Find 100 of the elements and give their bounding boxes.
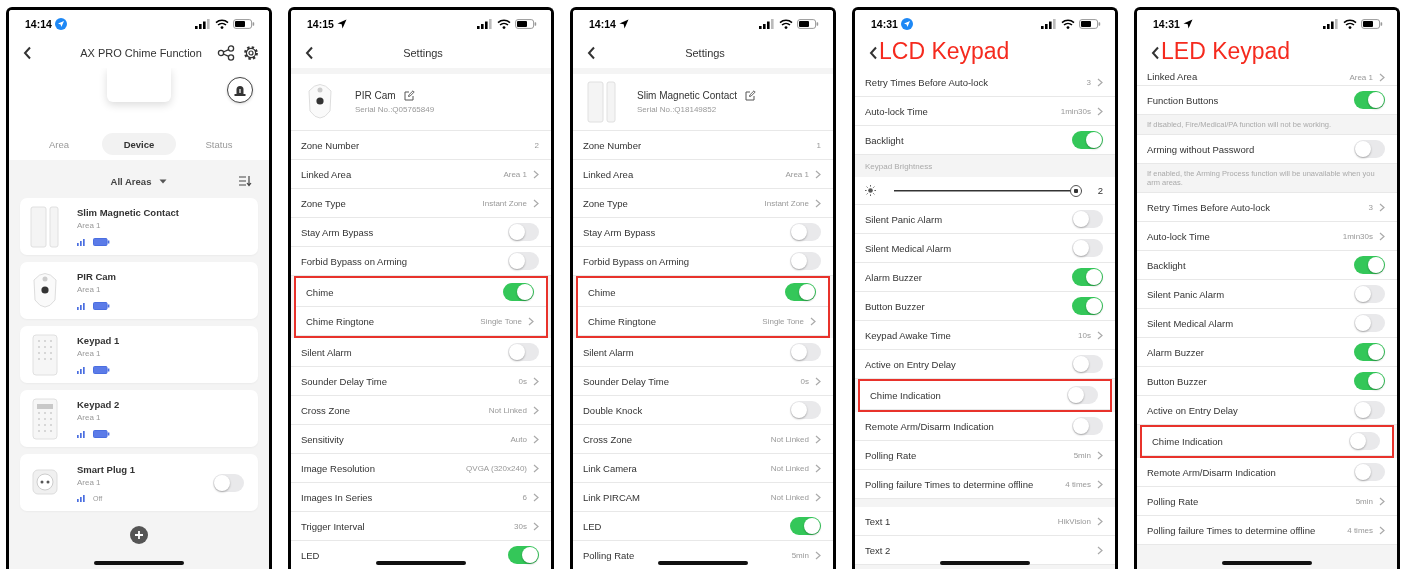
signal-icon xyxy=(77,366,86,374)
back-icon[interactable] xyxy=(869,46,878,60)
toggle-switch[interactable] xyxy=(790,223,821,241)
setting-value: 30s xyxy=(514,521,527,531)
toggle-switch[interactable] xyxy=(790,517,821,535)
edit-icon[interactable] xyxy=(403,90,415,101)
setting-value: Instant Zone xyxy=(764,198,809,208)
toggle-switch[interactable] xyxy=(1354,91,1385,109)
toggle-switch[interactable] xyxy=(508,252,539,270)
toggle-switch[interactable] xyxy=(1072,355,1103,373)
toggle-switch[interactable] xyxy=(1354,343,1385,361)
toggle-switch[interactable] xyxy=(1354,463,1385,481)
toggle-switch[interactable] xyxy=(1354,140,1385,158)
toggle-switch[interactable] xyxy=(1354,285,1385,303)
toggle-switch[interactable] xyxy=(1072,297,1103,315)
setting-label: Sounder Delay Time xyxy=(301,375,388,387)
toggle-switch[interactable] xyxy=(790,401,821,419)
setting-label: Active on Entry Delay xyxy=(1147,404,1238,416)
back-icon[interactable] xyxy=(1151,46,1160,60)
setting-value: 1 xyxy=(816,140,821,150)
setting-label: LED xyxy=(301,549,320,561)
toggle-switch[interactable] xyxy=(1072,239,1103,257)
plus-icon xyxy=(134,530,144,540)
serial-number: Serial No.:Q18149852 xyxy=(637,105,718,114)
setting-value: 0s xyxy=(800,376,809,386)
toggle-switch[interactable] xyxy=(213,473,244,492)
toggle-switch[interactable] xyxy=(508,546,539,564)
device-card[interactable]: PIR Cam Area 1 xyxy=(20,262,258,319)
toggle-switch[interactable] xyxy=(1072,417,1103,435)
setting-label: Alarm Buzzer xyxy=(1147,346,1204,358)
setting-label: Zone Number xyxy=(583,139,642,151)
setting-label: Silent Alarm xyxy=(583,346,634,358)
slider-thumb[interactable] xyxy=(1069,184,1082,197)
area-filter[interactable]: All Areas xyxy=(110,175,168,187)
setting-value: 3 xyxy=(1086,77,1091,87)
toggle-switch[interactable] xyxy=(1349,432,1380,450)
battery-icon xyxy=(1079,19,1101,29)
device-name: Slim Magnetic Contact xyxy=(637,90,738,101)
device-card[interactable]: Slim Magnetic Contact Area 1 xyxy=(20,198,258,255)
device-area: Area 1 xyxy=(77,221,101,230)
settings-icon[interactable] xyxy=(243,45,259,61)
battery-icon xyxy=(93,238,110,246)
toggle-switch[interactable] xyxy=(1067,386,1098,404)
setting-value: Not Linked xyxy=(770,492,809,502)
battery-icon xyxy=(797,19,819,29)
setting-label: Backlight xyxy=(865,134,904,146)
toggle-switch[interactable] xyxy=(503,283,534,301)
back-icon[interactable] xyxy=(305,46,314,60)
sort-icon[interactable] xyxy=(238,175,252,187)
setting-value: Single Tone xyxy=(762,316,804,326)
toggle-switch[interactable] xyxy=(1072,131,1103,149)
annotation-text: LED Keypad xyxy=(1161,37,1291,66)
device-name: Slim Magnetic Contact xyxy=(77,207,179,218)
toggle-switch[interactable] xyxy=(1072,268,1103,286)
add-button[interactable] xyxy=(130,526,148,544)
setting-label: Zone Type xyxy=(301,197,346,209)
setting-value: 2 xyxy=(534,140,539,150)
setting-label: Linked Area xyxy=(583,168,634,180)
setting-label: Silent Alarm xyxy=(301,346,352,358)
back-icon[interactable] xyxy=(587,46,596,60)
toggle-switch[interactable] xyxy=(1354,401,1385,419)
back-icon[interactable] xyxy=(23,46,32,60)
toggle-switch[interactable] xyxy=(790,252,821,270)
setting-value: QVGA (320x240) xyxy=(466,463,527,473)
signal-icon xyxy=(759,19,775,29)
toggle-switch[interactable] xyxy=(1072,210,1103,228)
status-time: 14:31 xyxy=(1153,18,1180,30)
tab[interactable]: Device xyxy=(101,133,177,155)
toggle-switch[interactable] xyxy=(1354,314,1385,332)
setting-label: Cross Zone xyxy=(583,433,633,445)
alarm-button[interactable] xyxy=(227,77,253,103)
toggle-switch[interactable] xyxy=(1354,256,1385,274)
share-icon[interactable] xyxy=(217,45,235,61)
setting-value: Area 1 xyxy=(785,169,809,179)
setting-label: Forbid Bypass on Arming xyxy=(301,255,408,267)
setting-label: Chime xyxy=(306,286,334,298)
setting-label: Auto-lock Time xyxy=(1147,230,1210,242)
setting-value: 6 xyxy=(522,492,527,502)
battery-icon xyxy=(93,302,110,310)
toggle-switch[interactable] xyxy=(508,223,539,241)
setting-label: Link PIRCAM xyxy=(583,491,640,503)
device-card[interactable]: Keypad 1 Area 1 xyxy=(20,326,258,383)
signal-icon xyxy=(477,19,493,29)
setting-label: Backlight xyxy=(1147,259,1186,271)
signal-icon xyxy=(195,19,211,29)
edit-icon[interactable] xyxy=(745,90,757,101)
siren-icon xyxy=(233,83,247,97)
setting-label: Silent Medical Alarm xyxy=(865,242,952,254)
toggle-switch[interactable] xyxy=(1354,372,1385,390)
battery-icon xyxy=(93,366,110,374)
status-time: 14:14 xyxy=(589,18,616,30)
device-name: Smart Plug 1 xyxy=(77,463,136,475)
setting-label: Retry Times Before Auto-lock xyxy=(865,76,989,88)
device-card[interactable]: Keypad 2 Area 1 xyxy=(20,390,258,447)
setting-value: 1min30s xyxy=(1060,106,1091,116)
setting-label: Polling Rate xyxy=(583,549,635,561)
toggle-switch[interactable] xyxy=(785,283,816,301)
toggle-switch[interactable] xyxy=(790,343,821,361)
wifi-icon xyxy=(779,19,793,29)
toggle-switch[interactable] xyxy=(508,343,539,361)
